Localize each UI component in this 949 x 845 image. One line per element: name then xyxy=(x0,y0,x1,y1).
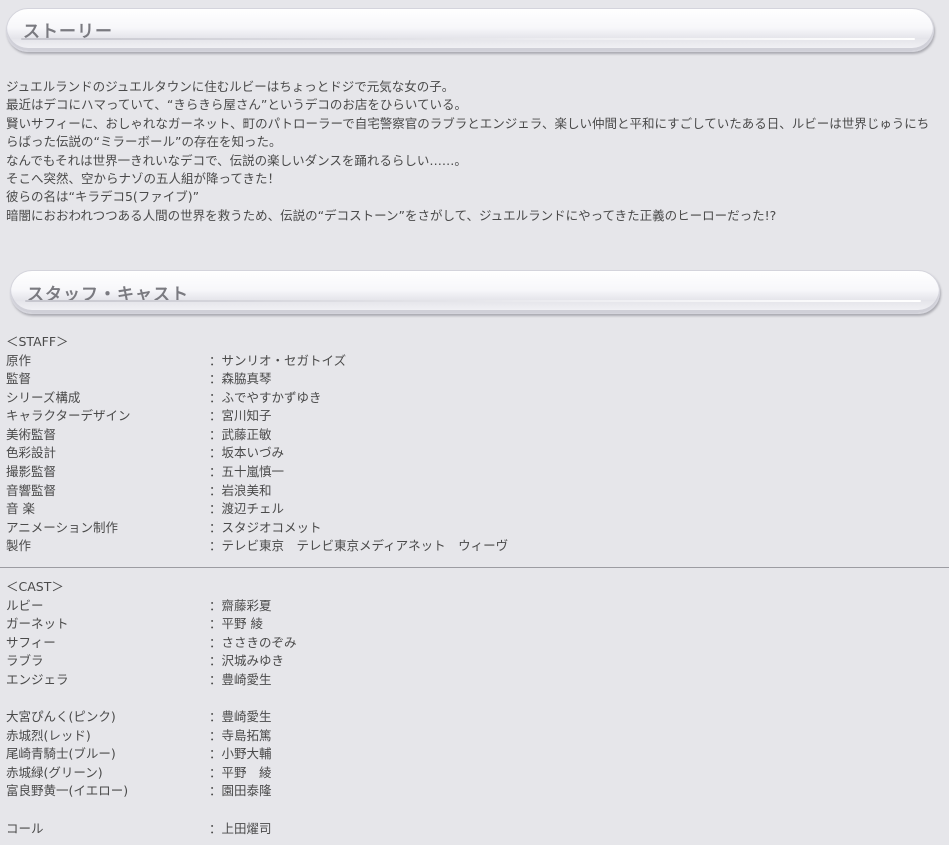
staff-name: ：サンリオ・セガトイズ xyxy=(209,352,347,368)
cast-row: 大宮ぴんく(ピンク) ：豊崎愛生 xyxy=(6,708,936,727)
story-line: ジュエルランドのジュエルタウンに住むルビーはちょっとドジで元気な女の子。 xyxy=(6,79,455,94)
staff-name: ：宮川知子 xyxy=(209,408,272,424)
cast-role: 赤城烈(レッド) xyxy=(6,727,91,743)
staff-heading: ＜STAFF＞ xyxy=(6,334,69,349)
cast-name: ：沢城みゆき xyxy=(209,653,285,669)
cast-row: ラブラ ：沢城みゆき xyxy=(6,652,936,671)
cast-role: 尾崎青騎士(ブルー) xyxy=(6,746,116,762)
cast-row: ルビー ：齋藤彩夏 xyxy=(6,597,936,616)
cast-spacer xyxy=(6,801,936,820)
staff-name: ：テレビ東京 テレビ東京メディアネット ウィーヴ xyxy=(209,538,509,554)
staff-role: 音響監督 xyxy=(6,482,57,498)
cast-role: ガーネット xyxy=(6,616,69,632)
staff-row: 製作 ：テレビ東京 テレビ東京メディアネット ウィーヴ xyxy=(6,537,936,556)
staff-role: 音 楽 xyxy=(6,501,35,517)
cast-name: ：平野 綾 xyxy=(209,764,272,780)
cast-row: サフィー ：ささきのぞみ xyxy=(6,634,936,653)
staff-role: キャラクターデザイン xyxy=(6,408,131,424)
cast-name: ：豊崎愛生 xyxy=(209,709,272,725)
staff-role: シリーズ構成 xyxy=(6,389,81,405)
staff-row: 音響監督 ：岩浪美和 xyxy=(6,482,936,501)
staff-row: 監督 ：森脇真琴 xyxy=(6,370,936,389)
cast-name: ：ささきのぞみ xyxy=(209,634,297,650)
cast-row: コール ：上田燿司 xyxy=(6,820,936,839)
cast-role: ラブラ xyxy=(6,653,44,669)
story-section-title: ストーリー xyxy=(23,22,113,42)
cast-name: ：平野 綾 xyxy=(209,616,263,632)
story-line: なんでもそれは世界一きれいなデコで、伝説の楽しいダンスを踊れるらしい……。 xyxy=(6,152,467,168)
cast-role: 赤城緑(グリーン) xyxy=(6,764,103,780)
staff-row: シリーズ構成 ：ふでやすかずゆき xyxy=(6,389,936,408)
story-line: 暗闇におおわれつつある人間の世界を救うため、伝説の“デコストーン”をさがして、ジ… xyxy=(6,207,777,223)
cast-role: 富良野黄一(イエロー) xyxy=(6,783,129,799)
cast-role: コール xyxy=(6,820,44,836)
story-text: ジュエルランドのジュエルタウンに住むルビーはちょっとドジで元気な女の子。 最近は… xyxy=(6,78,936,225)
staff-row: 原作 ：サンリオ・セガトイズ xyxy=(6,352,936,371)
staff-row: 美術監督 ：武藤正敏 xyxy=(6,426,936,445)
cast-role: ルビー xyxy=(6,597,44,613)
cast-name: ：上田燿司 xyxy=(209,820,272,836)
cast-heading: ＜CAST＞ xyxy=(6,579,64,594)
cast-name: ：豊崎愛生 xyxy=(209,671,272,687)
cast-row: 赤城烈(レッド) ：寺島拓篤 xyxy=(6,727,936,746)
staff-row: キャラクターデザイン ：宮川知子 xyxy=(6,407,936,426)
staff-role: アニメーション制作 xyxy=(6,519,119,535)
staff-name: ：渡辺チェル xyxy=(209,501,285,517)
staff-name: ：五十嵐慎一 xyxy=(209,464,285,480)
cast-role: サフィー xyxy=(6,634,56,650)
cast-list: ＜CAST＞ ルビー ：齋藤彩夏 ガーネット ：平野 綾 サフィー ：ささきのぞみ ラ… xyxy=(6,578,936,838)
staff-row: 撮影監督 ：五十嵐慎一 xyxy=(6,463,936,482)
staff-name: ：岩浪美和 xyxy=(209,482,272,498)
section-divider xyxy=(0,567,949,568)
story-line: そこへ突然、空からナゾの五人組が降ってきた！ xyxy=(6,171,281,187)
story-line: 彼らの名は“キラデコ5(ファイブ)” xyxy=(6,189,200,205)
cast-row: 富良野黄一(イエロー) ：園田泰隆 xyxy=(6,782,936,801)
cast-name: ：齋藤彩夏 xyxy=(209,597,272,613)
story-line: 賢いサフィーに、おしゃれなガーネット、町のパトローラーで自宅警察官のラブラとエン… xyxy=(6,115,930,150)
cast-row: 赤城緑(グリーン) ：平野 綾 xyxy=(6,764,936,783)
story-line: 最近はデコにハマっていて、“きらきら屋さん”というデコのお店をひらいている。 xyxy=(6,97,467,113)
staff-role: 製作 xyxy=(6,538,32,554)
staff-row: 色彩設計 ：坂本いづみ xyxy=(6,444,936,463)
staff-row: 音 楽 ：渡辺チェル xyxy=(6,500,936,519)
cast-name: ：小野大輔 xyxy=(209,746,272,762)
staff-name: ：武藤正敏 xyxy=(209,426,272,442)
staff-role: 原作 xyxy=(6,352,32,368)
staff-list: ＜STAFF＞ 原作 ：サンリオ・セガトイズ 監督 ：森脇真琴 シリーズ構成 ：ふでや… xyxy=(6,333,936,556)
cast-role: エンジェラ xyxy=(6,671,69,687)
staff-row: アニメーション制作 ：スタジオコメット xyxy=(6,519,936,538)
cast-row: エンジェラ ：豊崎愛生 xyxy=(6,671,936,690)
cast-name: ：園田泰隆 xyxy=(209,783,272,799)
staff-name: ：ふでやすかずゆき xyxy=(209,389,322,405)
staff-role: 監督 xyxy=(6,371,32,387)
story-section-header: ストーリー xyxy=(6,8,934,52)
staff-name: ：坂本いづみ xyxy=(209,445,285,461)
cast-spacer xyxy=(6,689,936,708)
staff-name: ：森脇真琴 xyxy=(209,371,272,387)
cast-role: 大宮ぴんく(ピンク) xyxy=(6,709,116,725)
staff-cast-section-title: スタッフ・キャスト xyxy=(27,285,189,305)
cast-name: ：寺島拓篤 xyxy=(209,727,272,743)
staff-role: 撮影監督 xyxy=(6,464,57,480)
staff-role: 美術監督 xyxy=(6,426,57,442)
cast-row: 尾崎青騎士(ブルー) ：小野大輔 xyxy=(6,745,936,764)
cast-row: ガーネット ：平野 綾 xyxy=(6,615,936,634)
staff-role: 色彩設計 xyxy=(6,445,57,461)
staff-cast-section-header: スタッフ・キャスト xyxy=(10,270,940,314)
staff-name: ：スタジオコメット xyxy=(209,519,322,535)
